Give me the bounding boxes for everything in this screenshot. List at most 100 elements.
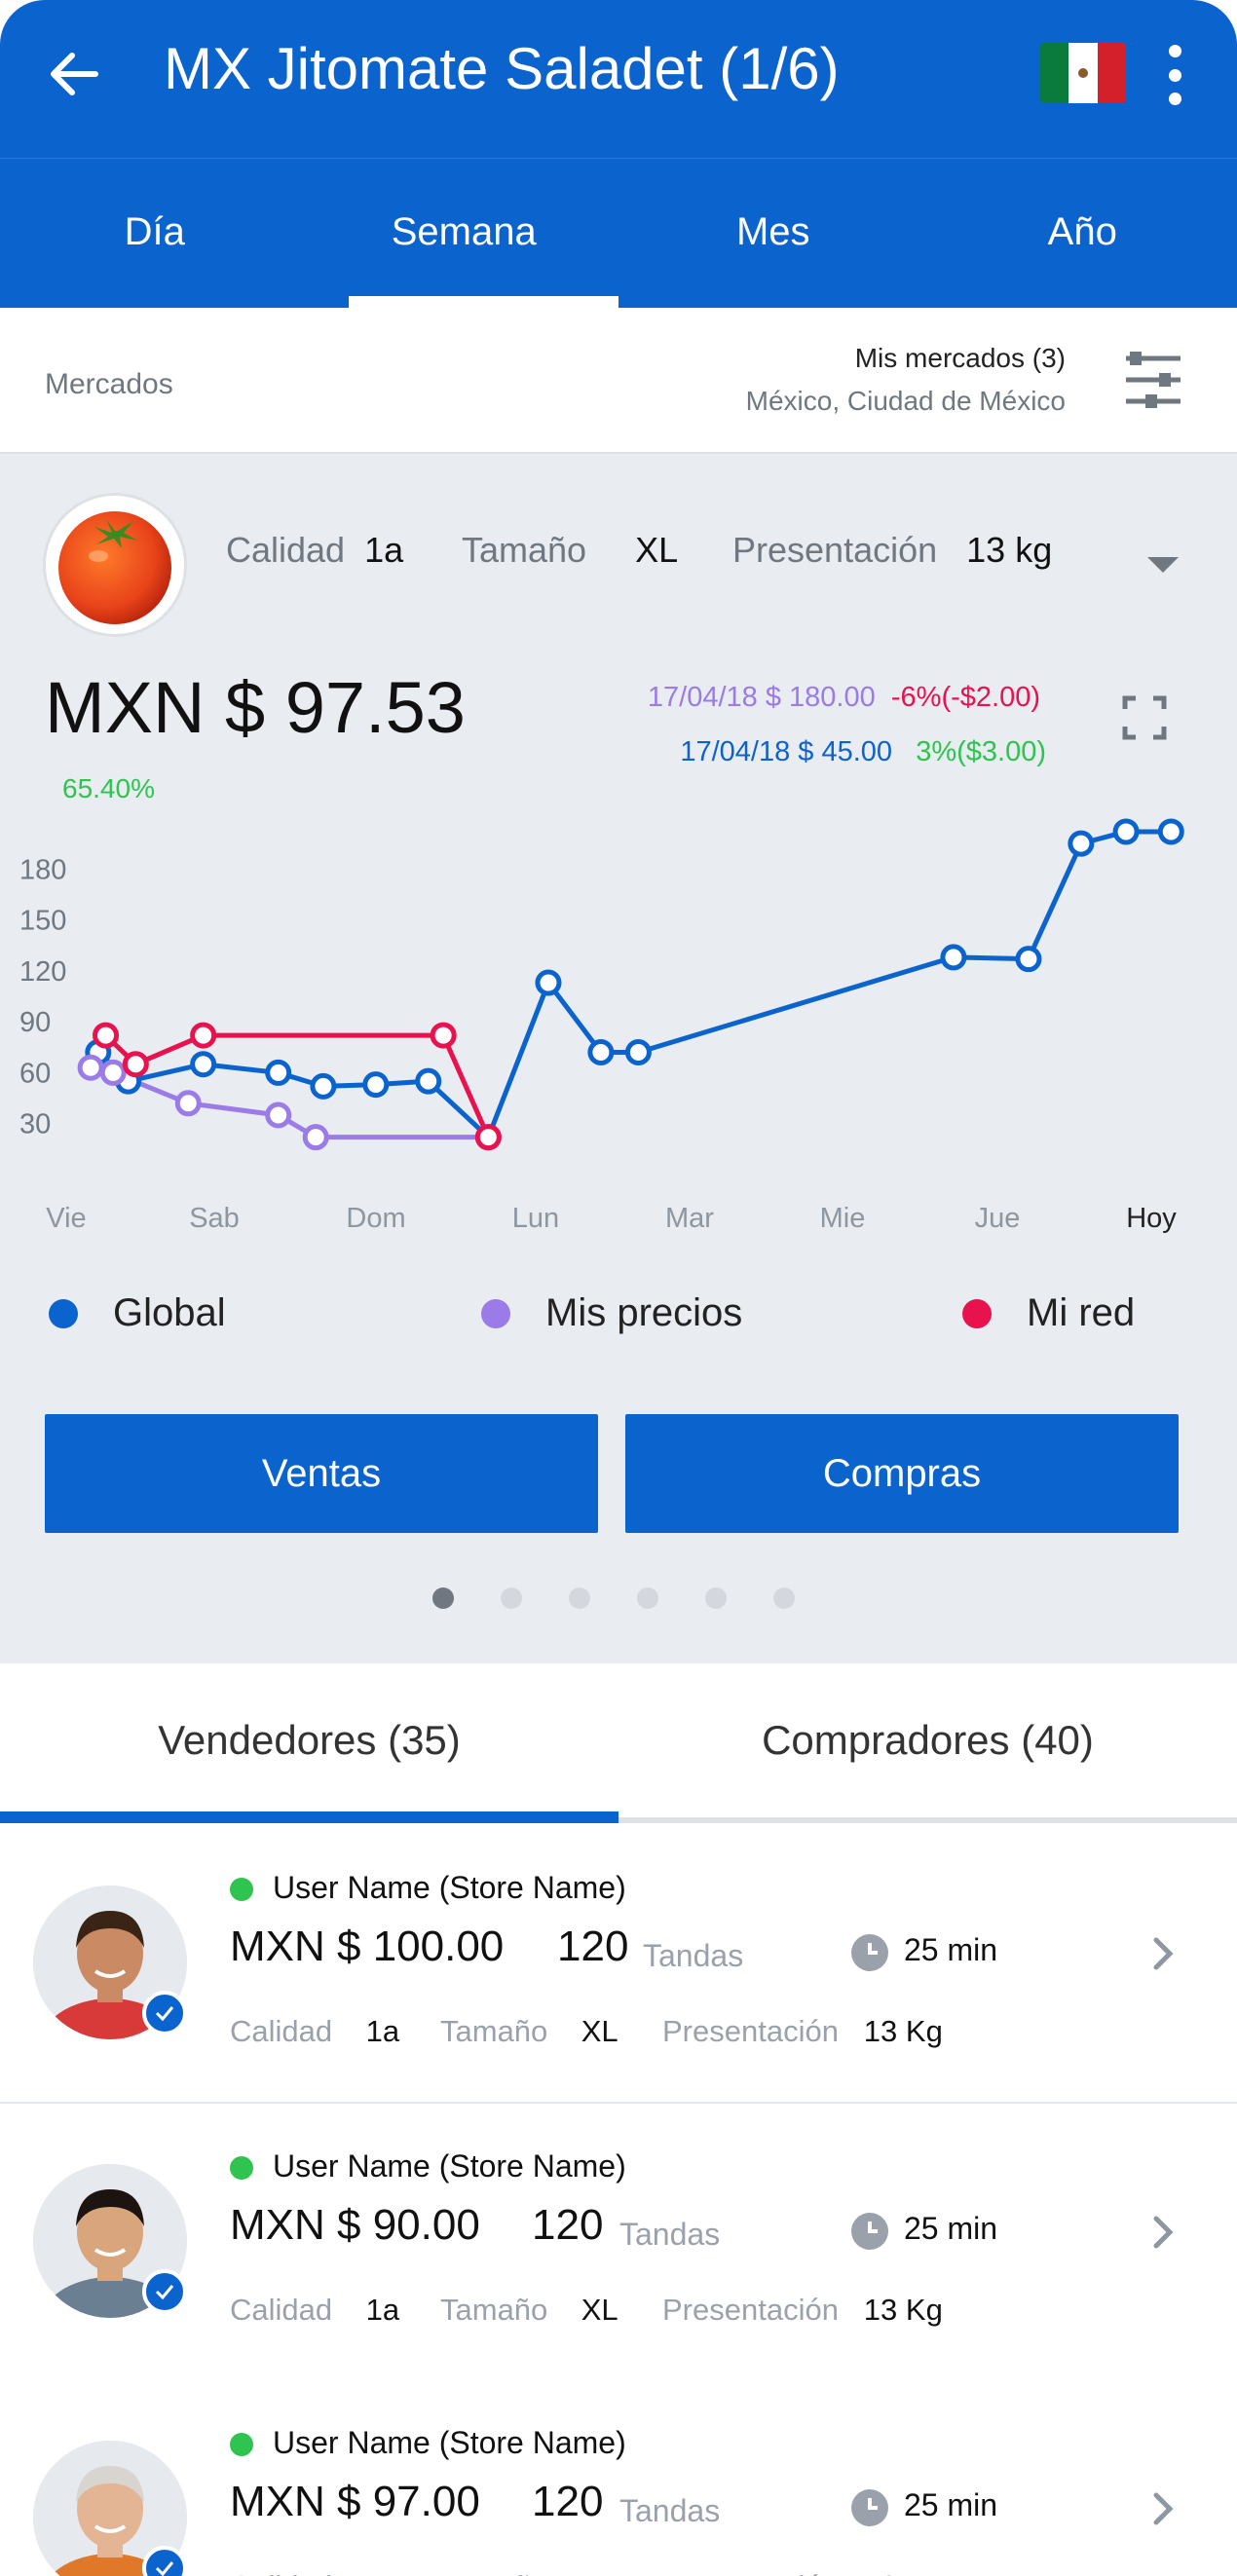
data-point-global[interactable] [265, 1059, 292, 1086]
seller-row[interactable]: User Name (Store Name) MXN $ 90.00 120 T… [0, 2104, 1237, 2382]
data-point-mis-precios[interactable] [265, 1101, 292, 1129]
quality-label: Calidad [230, 2293, 333, 2327]
presentation-attr: Presentación 13 kg [732, 530, 1052, 571]
ref2-change: 3%($3.00) [916, 736, 1046, 767]
quality-label: Calidad [230, 2569, 332, 2576]
verified-check-icon [142, 2269, 187, 2314]
data-point-global[interactable] [1068, 830, 1095, 857]
seller-size: Tamaño XL [440, 2293, 618, 2328]
chevron-down-icon[interactable] [1147, 557, 1179, 573]
seller-quality: Calidad 1a [230, 2569, 399, 2576]
legend-dot-my-prices [481, 1298, 510, 1328]
seller-price: MXN $ 90.00 [230, 2201, 480, 2249]
size-label: Tamaño [462, 530, 587, 570]
size-value: XL [581, 2014, 618, 2048]
seller-presentation: Presentación 13 Kg [662, 2014, 943, 2049]
tab-mes[interactable]: Mes [618, 159, 928, 308]
x-tick-label: Hoy [1126, 1203, 1177, 1234]
page-dot[interactable] [773, 1587, 795, 1609]
more-options-icon[interactable] [1159, 45, 1190, 105]
chevron-right-icon[interactable] [1143, 2489, 1182, 2528]
legend-global: Global [49, 1291, 226, 1335]
tab-ano[interactable]: Año [928, 159, 1237, 308]
filter-sliders-icon[interactable] [1124, 349, 1182, 411]
clock-icon [851, 2489, 888, 2526]
x-tick-label: Dom [346, 1203, 405, 1234]
data-point-mi-red[interactable] [430, 1022, 457, 1049]
presentation-value: 13 Kg [863, 2014, 943, 2048]
data-point-mi-red[interactable] [190, 1022, 217, 1049]
tab-sellers[interactable]: Vendedores (35) [0, 1663, 618, 1823]
chevron-right-icon[interactable] [1143, 1934, 1182, 1973]
presentation-label: Presentación [662, 2293, 839, 2327]
seller-presentation: Presentación 13 Kg [662, 2569, 943, 2576]
buy-button[interactable]: Compras [625, 1414, 1179, 1533]
data-point-global[interactable] [415, 1067, 442, 1095]
page-indicator [432, 1587, 795, 1609]
mexico-flag-icon[interactable] [1040, 43, 1126, 103]
data-point-global[interactable] [1112, 818, 1140, 845]
tab-buyers[interactable]: Compradores (40) [618, 1663, 1237, 1817]
back-arrow-icon[interactable] [45, 45, 103, 103]
tomato-icon [43, 493, 187, 637]
fullscreen-icon[interactable] [1122, 695, 1167, 740]
page-dot[interactable] [637, 1587, 658, 1609]
data-point-global[interactable] [535, 969, 562, 996]
presentation-value: 13 kg [966, 530, 1053, 570]
size-value: XL [581, 2293, 618, 2327]
data-point-global[interactable] [1015, 946, 1042, 973]
quality-value: 1a [365, 2293, 400, 2327]
data-point-global[interactable] [624, 1039, 652, 1066]
data-point-mis-precios[interactable] [174, 1090, 202, 1117]
chevron-right-icon[interactable] [1143, 2213, 1182, 2252]
my-markets-label: Mis mercados (3) [854, 343, 1066, 373]
size-value: XL [635, 530, 679, 570]
markets-bar[interactable]: Mercados Mis mercados (3) México, Ciudad… [0, 308, 1237, 454]
x-tick-label: Lun [512, 1203, 559, 1234]
seller-quality: Calidad 1a [230, 2293, 399, 2328]
page-dot[interactable] [569, 1587, 590, 1609]
data-point-mis-precios[interactable] [302, 1124, 329, 1151]
seller-quantity: 120 [557, 1923, 629, 1970]
seller-size: Tamaño XL [440, 2569, 618, 2576]
presentation-label: Presentación [662, 2569, 839, 2576]
data-point-mi-red[interactable] [122, 1051, 149, 1078]
online-status-icon [230, 2433, 253, 2456]
ref2-date-price: 17/04/18 $ 45.00 [680, 736, 893, 767]
data-point-mis-precios[interactable] [77, 1054, 104, 1081]
y-tick-label: 60 [19, 1058, 51, 1089]
verified-check-icon [142, 1991, 187, 2035]
tab-dia[interactable]: Día [0, 159, 310, 308]
data-point-mi-red[interactable] [93, 1022, 120, 1049]
period-tabs: Día Semana Mes Año [0, 158, 1237, 308]
page-dot[interactable] [705, 1587, 727, 1609]
x-tick-label: Sab [189, 1203, 240, 1234]
seller-unit: Tandas [643, 1938, 744, 1973]
seller-row[interactable]: User Name (Store Name) MXN $ 97.00 120 T… [0, 2380, 1237, 2576]
y-tick-label: 30 [19, 1109, 51, 1140]
clock-icon [851, 2213, 888, 2250]
data-point-global[interactable] [190, 1051, 217, 1078]
tab-semana[interactable]: Semana [310, 159, 619, 308]
data-point-global[interactable] [362, 1071, 390, 1099]
seller-time: 25 min [904, 2211, 998, 2246]
quality-label: Calidad [230, 2014, 333, 2048]
data-point-mis-precios[interactable] [99, 1059, 127, 1086]
seller-quality: Calidad 1a [230, 2014, 399, 2049]
data-point-global[interactable] [940, 944, 967, 971]
presentation-label: Presentación [662, 2014, 839, 2048]
data-point-global[interactable] [1157, 818, 1184, 845]
sell-button[interactable]: Ventas [45, 1414, 598, 1533]
seller-name: User Name (Store Name) [273, 1870, 626, 1905]
page-dot[interactable] [501, 1587, 522, 1609]
data-point-global[interactable] [310, 1072, 337, 1100]
market-location: México, Ciudad de México [745, 386, 1066, 416]
seller-row[interactable]: User Name (Store Name) MXN $ 100.00 120 … [0, 1825, 1237, 2104]
y-tick-label: 120 [19, 956, 66, 988]
data-point-mi-red[interactable] [474, 1124, 502, 1151]
x-tick-label: Mar [665, 1203, 714, 1234]
data-point-global[interactable] [587, 1039, 615, 1066]
list-tabs: Vendedores (35) Compradores (40) [0, 1663, 1237, 1823]
page-dot[interactable] [432, 1587, 454, 1609]
legend-my-network: Mi red [962, 1291, 1135, 1335]
